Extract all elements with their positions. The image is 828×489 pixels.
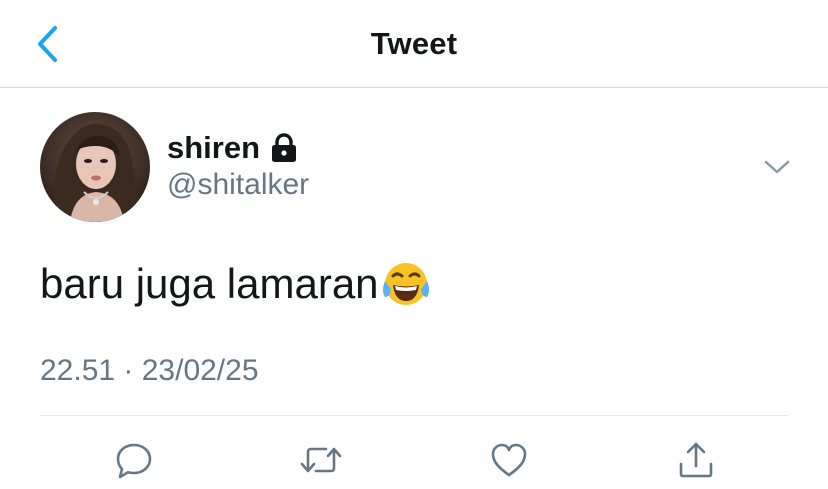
- author-handle[interactable]: @shitalker: [167, 168, 309, 202]
- tweet-body: baru juga lamaran: [40, 258, 431, 310]
- share-icon: [679, 442, 713, 478]
- share-button[interactable]: [674, 438, 718, 482]
- author-name-row[interactable]: shiren: [167, 128, 298, 168]
- author-display-name: shiren: [167, 130, 261, 165]
- like-button[interactable]: [487, 438, 531, 482]
- heart-icon: [491, 443, 527, 477]
- tweet-text: baru juga lamaran: [40, 260, 379, 307]
- face-with-tears-of-joy-icon: [381, 259, 431, 309]
- retweet-icon: [300, 447, 342, 473]
- chevron-down-icon: [764, 160, 790, 174]
- tweet-options-button[interactable]: [760, 150, 794, 184]
- divider: [40, 415, 788, 416]
- reply-button[interactable]: [112, 438, 156, 482]
- reply-icon: [116, 443, 152, 479]
- top-navigation-bar: Tweet: [0, 0, 828, 88]
- lock-icon: [270, 133, 298, 163]
- avatar[interactable]: [40, 112, 150, 222]
- retweet-button[interactable]: [299, 438, 343, 482]
- page-title: Tweet: [370, 26, 458, 61]
- tweet-timestamp: 22.51 · 23/02/25: [40, 354, 259, 387]
